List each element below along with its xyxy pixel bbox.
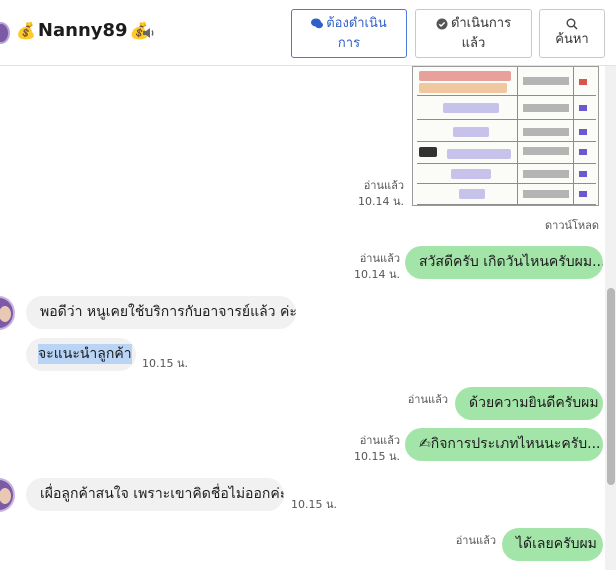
message-bubble-incoming[interactable]: เผื่อลูกค้าสนใจ เพราะเขาคิดชื่อไม่ออกค่ะ [26, 478, 284, 511]
timestamp: 10.15 น. [353, 450, 400, 463]
check-bubble-icon [436, 18, 448, 29]
sender-avatar[interactable] [0, 296, 15, 330]
done-label-2: แล้ว [461, 35, 486, 51]
timestamp: 10.15 น. [291, 498, 338, 511]
timestamp: 10.15 น. [142, 357, 189, 370]
message-bubble-outgoing[interactable]: ได้เลยครับผม [502, 528, 603, 561]
money-bag-icon: 💰 [16, 21, 36, 40]
todo-label-1: ต้องดำเนิน [326, 15, 387, 31]
attachment-read-status: อ่านแล้ว 10.14 น. [352, 178, 404, 210]
todo-button[interactable]: ต้องดำเนิน การ [291, 9, 407, 58]
header-avatar[interactable] [0, 22, 10, 44]
read-label: อ่านแล้ว [359, 434, 400, 447]
read-label: อ่านแล้ว [359, 252, 400, 265]
message-bubble-outgoing[interactable]: ด้วยความยินดีครับผม [455, 387, 603, 420]
message-bubble-incoming[interactable]: จะแนะนำลูกค้า [26, 338, 136, 371]
attachment-image[interactable] [412, 66, 599, 206]
search-button[interactable]: ค้นหา [539, 9, 605, 58]
sender-avatar[interactable] [0, 478, 15, 512]
scrollbar-thumb[interactable] [607, 288, 615, 485]
speaker-icon[interactable] [141, 25, 157, 41]
done-button[interactable]: ดำเนินการ แล้ว [415, 9, 532, 58]
message-bubble-outgoing[interactable]: สวัสดีครับ เกิดวันไหนครับผม... [405, 246, 603, 279]
message-read-status: อ่านแล้ว 10.14 น. [350, 251, 400, 283]
contact-name[interactable]: 💰 Nanny89 💰 [16, 20, 149, 41]
selected-text: จะแนะนำลูกค้า [38, 344, 132, 364]
download-link[interactable]: ดาวน์โหลด [545, 216, 599, 234]
read-label: อ่านแล้ว [363, 179, 404, 192]
search-label: ค้นหา [555, 31, 589, 47]
chat-bubbles-icon [311, 18, 324, 29]
contact-name-text: Nanny89 [37, 20, 128, 41]
timestamp: 10.14 น. [357, 195, 404, 208]
todo-label-2: การ [337, 35, 361, 51]
search-icon [566, 18, 578, 30]
read-label: อ่านแล้ว [455, 534, 496, 547]
message-bubble-outgoing[interactable]: ✍กิจการประเภทไหนนะครับ... [405, 428, 603, 461]
timestamp: 10.14 น. [353, 268, 400, 281]
message-read-status: อ่านแล้ว 10.15 น. [350, 433, 400, 465]
done-label-1: ดำเนินการ [450, 15, 512, 31]
chat-header: 💰 Nanny89 💰 ต้องดำเนิน การ ดำเนินการ แล้… [0, 0, 616, 66]
message-bubble-incoming[interactable]: พอดีว่า หนูเคยใช้บริการกับอาจารย์แล้ว ค่… [26, 296, 296, 329]
read-label: อ่านแล้ว [407, 393, 448, 406]
